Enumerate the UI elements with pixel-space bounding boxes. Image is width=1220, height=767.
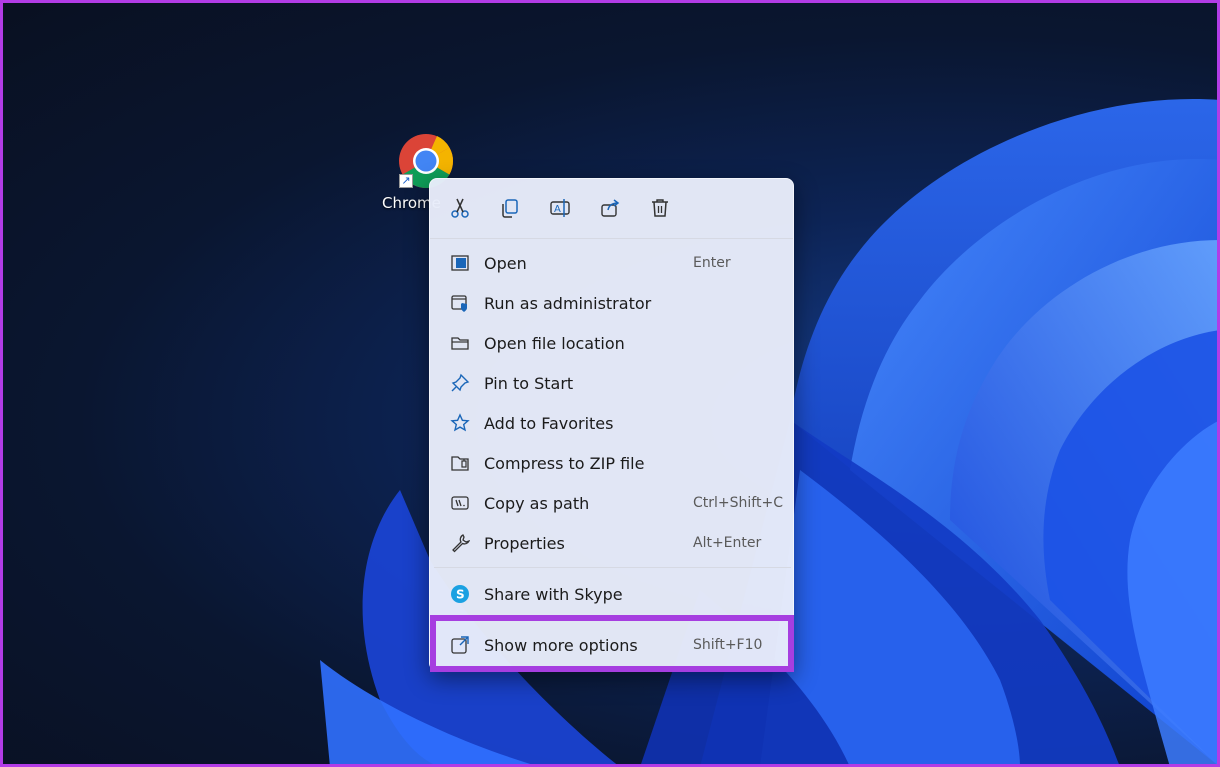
rename-button[interactable]: A [547,195,573,221]
trash-icon [652,199,668,217]
context-menu: A Open Enter Run as administrator Open f… [429,178,794,671]
svg-text:A: A [554,204,561,215]
menu-item-label: Add to Favorites [484,413,614,433]
menu-item-open[interactable]: Open Enter [438,244,785,282]
admin-shield-icon [448,291,472,315]
menu-item-copy-as-path[interactable]: Copy as path Ctrl+Shift+C [438,484,785,522]
copy-button[interactable] [497,195,523,221]
star-icon [448,411,472,435]
quick-actions-bar: A [430,179,793,239]
menu-item-add-to-favorites[interactable]: Add to Favorites [438,404,785,442]
rename-icon: A [550,199,570,217]
open-window-icon [448,251,472,275]
menu-item-run-as-admin[interactable]: Run as administrator [438,284,785,322]
menu-item-open-file-location[interactable]: Open file location [438,324,785,362]
menu-item-shortcut: Ctrl+Shift+C [693,495,783,511]
menu-item-share-with-skype[interactable]: S Share with Skype [438,575,785,613]
highlight-box [430,615,794,672]
shortcut-arrow-icon: ↗ [399,174,413,188]
scissors-icon [451,198,469,218]
zip-folder-icon [448,451,472,475]
share-button[interactable] [597,195,623,221]
skype-icon: S [448,582,472,606]
menu-item-pin-to-start[interactable]: Pin to Start [438,364,785,402]
cut-button[interactable] [447,195,473,221]
pin-icon [448,371,472,395]
menu-item-properties[interactable]: Properties Alt+Enter [438,524,785,562]
folder-icon [448,331,472,355]
share-icon [601,199,620,217]
menu-item-shortcut: Alt+Enter [693,535,762,551]
menu-separator [434,567,791,568]
menu-item-label: Properties [484,533,565,553]
menu-item-compress-zip[interactable]: Compress to ZIP file [438,444,785,482]
menu-item-label: Run as administrator [484,293,652,313]
menu-item-label: Compress to ZIP file [484,453,645,473]
delete-button[interactable] [647,195,673,221]
path-icon [448,491,472,515]
menu-item-shortcut: Enter [693,255,731,271]
copy-icon [502,199,518,218]
menu-item-label: Copy as path [484,493,590,513]
menu-item-label: Open file location [484,333,625,353]
menu-item-label: Open [484,253,527,273]
menu-item-label: Pin to Start [484,373,574,393]
svg-text:S: S [456,588,465,602]
wrench-icon [448,531,472,555]
menu-item-label: Share with Skype [484,584,623,604]
